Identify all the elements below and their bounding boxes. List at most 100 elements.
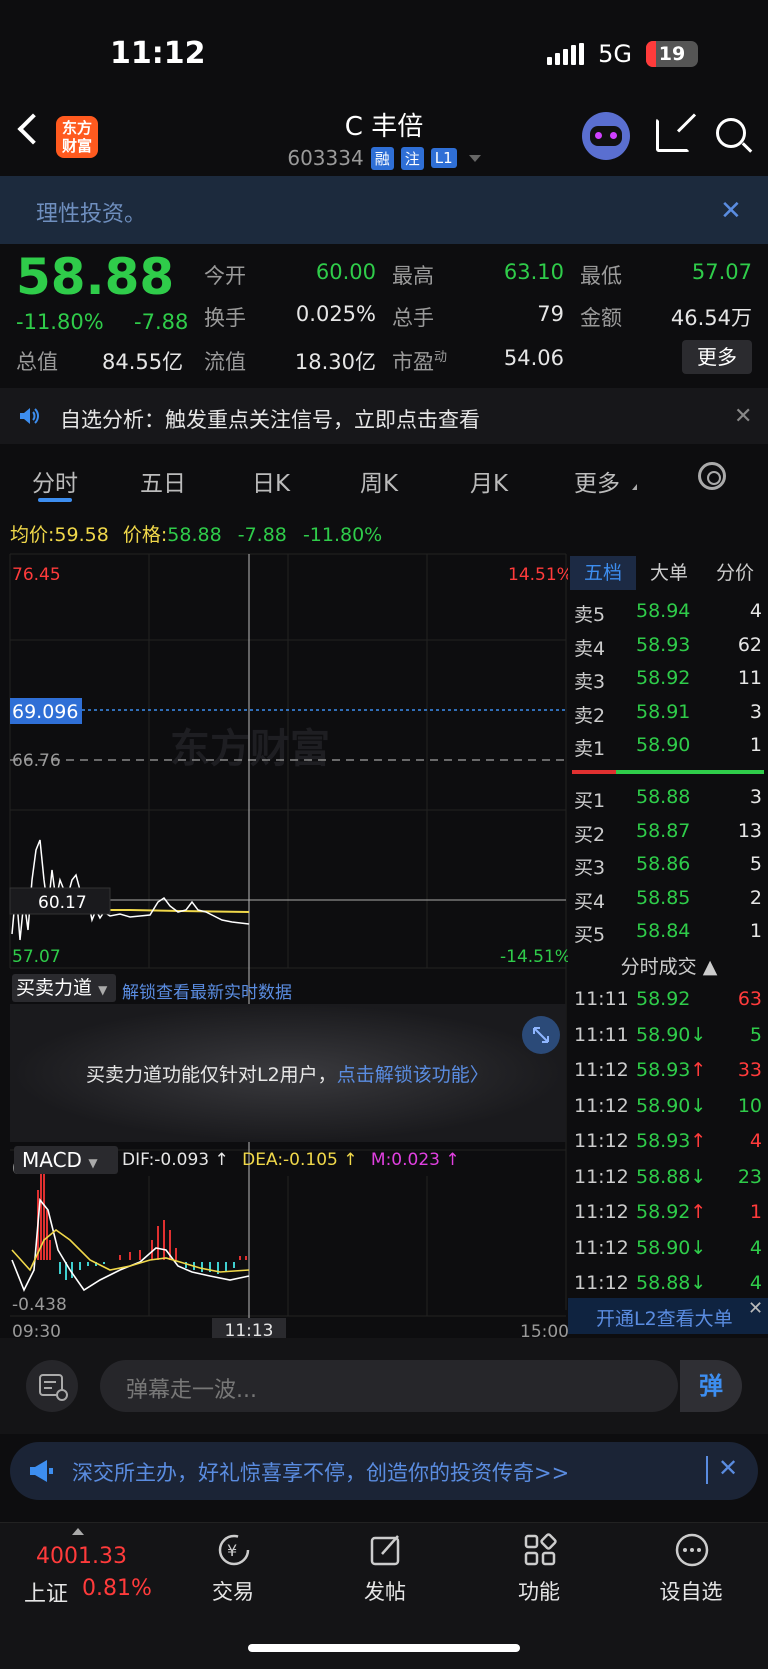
tab-more[interactable]: 更多 [574,464,620,498]
nav-function[interactable]: 功能 [494,1576,584,1606]
search-icon[interactable] [716,118,746,148]
notice-text: 理性投资。 [36,202,147,227]
battery-level: 19 [658,43,686,65]
ask-row[interactable]: 卖5 58.94 4 [574,600,764,626]
macd-dropdown[interactable]: MACD ▼ [14,1146,118,1174]
close-icon[interactable]: ✕ [720,196,742,226]
danmu-settings-icon[interactable] [26,1360,78,1412]
chevron-down-icon [468,154,481,162]
more-dots-icon[interactable] [674,1532,710,1568]
nav-trade[interactable]: 交易 [188,1576,278,1606]
close-icon[interactable]: ✕ [748,1298,763,1319]
amount-value: 46.54万 [670,306,752,330]
assistant-robot-icon[interactable] [582,112,630,160]
buy-sell-force-message: 买卖力道功能仅针对L2用户，点击解锁该功能〉 [86,1064,489,1086]
trade-row[interactable]: 11:12 58.88↓ 23 [574,1166,764,1192]
unlock-feature-link[interactable]: 点击解锁该功能 [337,1064,470,1086]
corner-arrow-icon [632,484,637,490]
bid-row[interactable]: 买5 58.84 1 [574,920,764,946]
analysis-text[interactable]: 自选分析：触发重点关注信号，立即点击查看 [60,404,480,434]
trade-icon[interactable]: ¥ [216,1532,252,1568]
trade-row[interactable]: 11:11 58.92 63 [574,988,764,1014]
level-label: 卖1 [574,738,606,760]
bid-row[interactable]: 买2 58.87 13 [574,820,764,846]
stock-code: 603334 [287,146,364,170]
share-icon[interactable] [656,113,697,152]
trade-price: 58.93↑ [636,1130,707,1152]
tab-big-order[interactable]: 大单 [636,556,702,590]
volume-label: 总手 [392,306,434,330]
trade-row[interactable]: 11:12 58.90↓ 10 [574,1095,764,1121]
expand-icon[interactable] [522,1016,560,1054]
tick-trades-title[interactable]: 分时成交 ▲ [570,952,768,979]
status-indicators: 5G 19 [547,40,698,68]
close-icon[interactable]: ✕ [718,1454,738,1482]
buy-sell-force-dropdown[interactable]: 买卖力道 ▼ [12,974,116,1002]
post-icon[interactable] [368,1532,404,1568]
open-label: 今开 [204,264,246,288]
level-price: 58.86 [636,853,691,875]
ask-row[interactable]: 卖4 58.93 62 [574,634,764,660]
tab-monthly-k[interactable]: 月K [470,464,508,498]
trade-row[interactable]: 11:11 58.90↓ 5 [574,1024,764,1050]
index-value[interactable]: 4001.33 [36,1544,127,1569]
market-cap-label: 总值 [16,350,58,374]
level-volume: 1 [749,734,762,756]
close-icon[interactable]: ✕ [734,404,752,429]
bid-row[interactable]: 买4 58.85 2 [574,887,764,913]
trade-time: 11:12 [574,1094,629,1117]
level-price: 58.93 [636,633,691,656]
tab-weekly-k[interactable]: 周K [360,464,398,498]
tab-price-split[interactable]: 分价 [702,556,768,590]
ask-row[interactable]: 卖1 58.90 1 [574,734,764,760]
nav-add-watchlist[interactable]: 设自选 [646,1576,736,1606]
tag-registered: 注 [400,146,424,170]
trade-row[interactable]: 11:12 58.93↑ 4 [574,1130,764,1156]
level-volume: 3 [749,700,762,723]
level-label: 卖4 [574,637,606,660]
ask-row[interactable]: 卖2 58.91 3 [574,701,764,727]
trade-price: 58.92↑ [636,1201,707,1223]
trade-time: 11:11 [574,988,629,1010]
gear-icon[interactable] [698,462,726,490]
trade-row[interactable]: 11:12 58.92↑ 1 [574,1201,764,1227]
home-indicator[interactable] [248,1644,520,1652]
cursor-price-label: 69.096 [12,701,78,723]
nav-post[interactable]: 发帖 [340,1576,430,1606]
high-label: 最高 [392,264,434,288]
intraday-chart[interactable]: 东方财富 76.45 14.51% 69.096 66.76 60.17 57.… [0,550,568,1330]
bid-row[interactable]: 买1 58.88 3 [574,786,764,812]
function-icon[interactable] [522,1532,558,1568]
tag-margin: 融 [370,146,394,170]
trade-volume: 23 [737,1165,762,1188]
tab-five-level[interactable]: 五档 [570,556,636,590]
index-percent[interactable]: 0.81% [82,1576,152,1601]
tab-five-day[interactable]: 五日 [140,464,186,498]
trade-volume: 5 [749,1023,762,1046]
bottom-price-label: 57.07 [12,947,61,967]
trade-row[interactable]: 11:12 58.90↓ 4 [574,1237,764,1263]
trade-volume: 4 [749,1130,762,1152]
level-label: 卖2 [574,704,606,727]
trade-row[interactable]: 11:12 58.93↑ 33 [574,1059,764,1085]
l2-banner-text[interactable]: 开通L2查看大单 [596,1304,733,1331]
low-label: 最低 [580,264,622,288]
stock-code-row[interactable]: 603334 融 注 L1 [0,146,768,170]
promo-text[interactable]: 深交所主办，好礼惊喜享不停，创造你的投资传奇>> [72,1457,569,1487]
trade-time: 11:11 [574,1023,629,1046]
stock-name: C 丰倍 [344,112,424,142]
unlock-link[interactable]: 解锁查看最新实时数据 [122,978,292,1003]
svg-text:¥: ¥ [227,1541,237,1560]
caret-up-icon [72,1528,84,1535]
low-value: 57.07 [691,260,752,284]
more-button[interactable]: 更多 [682,340,752,374]
turnover-label: 换手 [204,306,246,330]
index-name[interactable]: 上证 [24,1576,68,1608]
trade-time: 11:12 [574,1130,629,1152]
trade-row[interactable]: 11:12 58.88↓ 4 [574,1272,764,1298]
danmu-send-button[interactable]: 弹 [680,1360,742,1412]
tab-daily-k[interactable]: 日K [252,464,290,498]
ask-row[interactable]: 卖3 58.92 11 [574,667,764,693]
tab-intraday[interactable]: 分时 [32,464,78,498]
bid-row[interactable]: 买3 58.86 5 [574,853,764,879]
